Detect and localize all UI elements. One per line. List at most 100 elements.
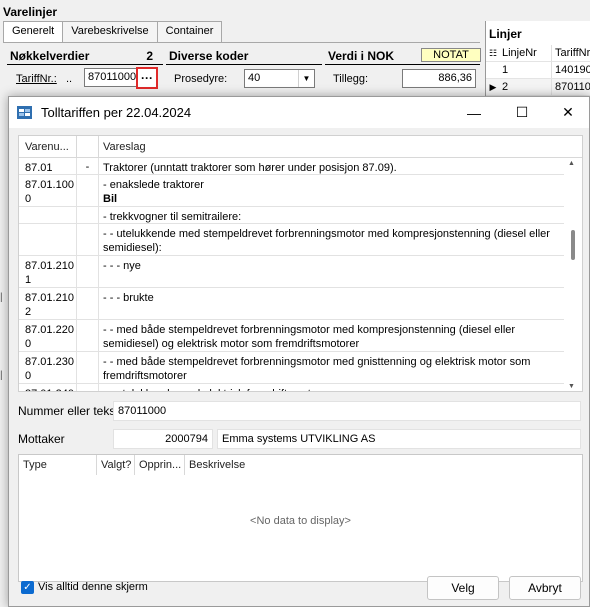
tab-varebeskrivelse[interactable]: Varebeskrivelse bbox=[62, 21, 158, 43]
cell-varenummer: 87.01.1000 bbox=[19, 175, 77, 206]
table-row[interactable]: - - utelukkende med stempeldrevet forbre… bbox=[19, 224, 565, 256]
close-icon[interactable]: ✕ bbox=[545, 97, 590, 128]
prosedyre-value: 40 bbox=[248, 72, 261, 84]
group-nokkelverdier-title: Nøkkelverdier bbox=[10, 49, 90, 63]
row-linjenr: 2 bbox=[500, 79, 552, 95]
cell-mark bbox=[77, 352, 99, 383]
col-mark[interactable] bbox=[77, 136, 99, 157]
tab-container[interactable]: Container bbox=[156, 21, 223, 43]
cell-vareslag: Traktorer (unntatt traktorer som hører u… bbox=[103, 162, 397, 174]
ellipsis-icon: ··· bbox=[141, 71, 153, 85]
cell-varenummer: 87.01.2300 bbox=[19, 352, 77, 383]
cell-varenummer: 87.01.240 bbox=[19, 384, 77, 391]
avbryt-button[interactable]: Avbryt bbox=[509, 576, 581, 600]
linjer-panel: Linjer ☷ LinjeNr TariffNr 1 14019000 ▶ 2… bbox=[485, 21, 590, 101]
group-nokkelverdier-count: 2 bbox=[146, 49, 153, 63]
table-row[interactable]: 87.01.2101 - - - nye bbox=[19, 256, 565, 288]
table-row[interactable]: 87.01.2102 - - - brukte bbox=[19, 288, 565, 320]
tariffnr-input[interactable]: 87011000 bbox=[84, 68, 138, 87]
row-linjenr: 1 bbox=[500, 62, 552, 78]
empty-grid-message: <No data to display> bbox=[250, 515, 351, 527]
nummer-input[interactable]: 87011000 bbox=[113, 401, 581, 421]
cell-mark bbox=[77, 256, 99, 287]
cell-varenummer bbox=[19, 224, 77, 255]
cell-vareslag: - - - nye bbox=[103, 260, 141, 272]
col-valgt[interactable]: Valgt? bbox=[97, 455, 135, 475]
row-tariffnr: 87011000 bbox=[555, 81, 590, 93]
cell-mark bbox=[77, 320, 99, 351]
linjer-header: ☷ LinjeNr TariffNr bbox=[486, 45, 590, 62]
col-varenummer[interactable]: Varenu... bbox=[19, 136, 77, 157]
cell-vareslag: - - med både stempeldrevet forbrenningsm… bbox=[103, 356, 531, 382]
chevron-down-icon: ▼ bbox=[298, 70, 314, 87]
table-row[interactable]: 87.01.2200 - - med både stempeldrevet fo… bbox=[19, 320, 565, 352]
group-nokkelverdier: Nøkkelverdier 2 bbox=[7, 49, 163, 65]
cell-vareslag: - enakslede traktorer Bil bbox=[99, 175, 565, 206]
scroll-thumb[interactable] bbox=[571, 230, 575, 260]
mottaker-id-field[interactable]: 2000794 bbox=[113, 429, 213, 449]
group-diverse-koder: Diverse koder bbox=[166, 49, 322, 65]
table-row[interactable]: - trekkvogner til semitrailere: bbox=[19, 207, 565, 224]
tariff-grid-header: Varenu... Vareslag bbox=[19, 136, 582, 158]
show-always-label[interactable]: Vis alltid denne skjerm bbox=[38, 581, 148, 593]
col-opprin[interactable]: Opprin... bbox=[135, 455, 185, 475]
mottaker-label: Mottaker bbox=[18, 432, 65, 446]
col-type[interactable]: Type bbox=[19, 455, 97, 475]
cell-mark bbox=[77, 175, 99, 206]
linjer-grid: ☷ LinjeNr TariffNr 1 14019000 ▶ 2 870110… bbox=[486, 45, 590, 96]
vertical-scrollbar[interactable]: ▲ ▼ bbox=[564, 158, 582, 391]
left-edge-marker: | bbox=[0, 370, 3, 381]
tab-generelt[interactable]: Generelt bbox=[3, 21, 64, 43]
tab-divider bbox=[3, 42, 480, 43]
selection-grid-header: Type Valgt? Opprin... Beskrivelse bbox=[19, 455, 582, 475]
prosedyre-select[interactable]: 40 ▼ bbox=[244, 69, 315, 88]
table-row[interactable]: 1 14019000 bbox=[486, 62, 590, 79]
table-row[interactable]: 87.01.240 - - utelukkende med elektrisk … bbox=[19, 384, 565, 391]
col-linjenr[interactable]: LinjeNr bbox=[500, 45, 552, 61]
maximize-icon[interactable]: ☐ bbox=[499, 97, 545, 128]
cell-varenummer: 87.01.2200 bbox=[19, 320, 77, 351]
velg-button[interactable]: Velg bbox=[427, 576, 499, 600]
cell-varenummer: 87.01.2101 bbox=[19, 256, 77, 287]
cell-mark bbox=[77, 384, 99, 391]
table-row[interactable]: 87.01.1000 - enakslede traktorer Bil bbox=[19, 175, 565, 207]
cell-vareslag: - - - brukte bbox=[103, 292, 154, 304]
cell-vareslag: - - utelukkende med stempeldrevet forbre… bbox=[103, 228, 550, 254]
tillegg-input[interactable]: 886,36 bbox=[402, 69, 476, 88]
tillegg-label: Tillegg: bbox=[333, 73, 369, 85]
notat-button[interactable]: NOTAT bbox=[421, 48, 481, 62]
row-tariffnr: 14019000 bbox=[555, 64, 590, 76]
dialog-titlebar[interactable]: Tolltariffen per 22.04.2024 — ☐ ✕ bbox=[9, 97, 589, 128]
col-vareslag[interactable]: Vareslag bbox=[99, 136, 146, 157]
checkmark-icon: ✓ bbox=[23, 582, 32, 593]
dialog-title: Tolltariffen per 22.04.2024 bbox=[41, 105, 192, 120]
cell-vareslag: - - utelukkende med elektrisk fremdrifts… bbox=[99, 384, 565, 391]
section-title: Varelinjer bbox=[3, 5, 58, 19]
cell-mark bbox=[77, 224, 99, 255]
selection-grid: Type Valgt? Opprin... Beskrivelse <No da… bbox=[18, 454, 583, 582]
current-row-arrow-icon: ▶ bbox=[489, 81, 497, 92]
cell-varenummer: 87.01 bbox=[19, 158, 77, 174]
scroll-down-icon[interactable]: ▼ bbox=[568, 383, 575, 390]
cell-vareslag: - - med både stempeldrevet forbrenningsm… bbox=[103, 324, 516, 350]
table-row[interactable]: 87.01 - Traktorer (unntatt traktorer som… bbox=[19, 158, 565, 175]
show-always-checkbox[interactable]: ✓ bbox=[21, 581, 34, 594]
table-row[interactable]: ▶ 2 87011000 bbox=[486, 79, 590, 96]
tariffnr-dots: .. bbox=[66, 73, 73, 85]
nummer-label: Nummer eller tekst bbox=[18, 404, 119, 418]
tariffnr-label: TariffNr.: bbox=[16, 73, 57, 85]
col-beskrivelse[interactable]: Beskrivelse bbox=[185, 455, 305, 475]
tariff-lookup-button[interactable]: ··· bbox=[136, 67, 158, 89]
table-row[interactable]: 87.01.2300 - - med både stempeldrevet fo… bbox=[19, 352, 565, 384]
grid-menu-icon[interactable]: ☷ bbox=[486, 48, 500, 59]
cell-vareslag: - trekkvogner til semitrailere: bbox=[103, 211, 242, 223]
group-verdi-title: Verdi i NOK bbox=[328, 49, 395, 63]
cell-mark bbox=[77, 288, 99, 319]
cell-vareslag-extra: Bil bbox=[103, 193, 118, 205]
scroll-up-icon[interactable]: ▲ bbox=[568, 160, 575, 167]
left-edge-marker: | bbox=[0, 292, 3, 303]
tab-strip: Generelt Varebeskrivelse Container bbox=[3, 21, 223, 43]
col-tariffnr[interactable]: TariffNr bbox=[552, 47, 590, 59]
minimize-icon[interactable]: — bbox=[451, 97, 497, 128]
linjer-title: Linjer bbox=[489, 27, 522, 41]
